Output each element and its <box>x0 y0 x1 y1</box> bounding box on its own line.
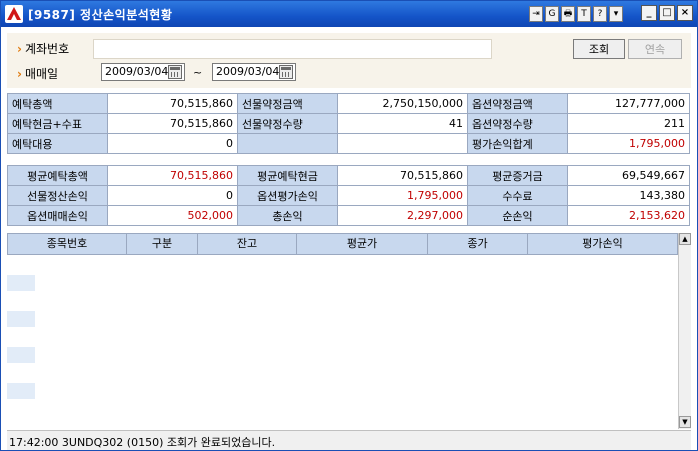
label-options-valuation-pnl: 옵션평가손익 <box>237 185 338 206</box>
list-item[interactable] <box>7 311 35 327</box>
label-options-contract-qty: 옵션약정수량 <box>467 113 568 134</box>
value-avg-margin: 69,549,667 <box>567 165 690 186</box>
value-empty <box>337 133 468 154</box>
table-row: 옵션매매손익 502,000 총손익 2,297,000 순손익 2,153,6… <box>7 205 690 226</box>
column-header-type[interactable]: 구분 <box>127 233 198 255</box>
table-row: 평균예탁총액 70,515,860 평균예탁현금 70,515,860 평균증거… <box>7 165 690 186</box>
calendar-icon[interactable] <box>168 65 182 79</box>
value-net-pnl: 2,153,620 <box>567 205 690 226</box>
pin-icon[interactable]: ⇥ <box>529 6 543 22</box>
label-empty <box>237 133 338 154</box>
link-icon[interactable]: G <box>545 6 559 22</box>
table-row: 예탁총액 70,515,860 선물약정금액 2,750,150,000 옵션약… <box>7 93 690 114</box>
value-futures-contract-amount: 2,750,150,000 <box>337 93 468 114</box>
font-icon[interactable]: T <box>577 6 591 22</box>
label-total-pnl: 총손익 <box>237 205 338 226</box>
value-futures-contract-qty: 41 <box>337 113 468 134</box>
value-avg-deposit-total: 70,515,860 <box>107 165 238 186</box>
value-deposit-total: 70,515,860 <box>107 93 238 114</box>
table-row: 예탁현금+수표 70,515,860 선물약정수량 41 옵션약정수량 211 <box>7 113 690 134</box>
value-valuation-pnl-total: 1,795,000 <box>567 133 690 154</box>
print-icon[interactable]: 🖶 <box>561 6 575 22</box>
label-options-trading-pnl: 옵션매매손익 <box>7 205 108 226</box>
column-header-balance[interactable]: 잔고 <box>198 233 297 255</box>
table-row: 예탁대용 0 평가손익합계 1,795,000 <box>7 133 690 154</box>
value-fee: 143,380 <box>567 185 690 206</box>
column-header-code[interactable]: 종목번호 <box>7 233 127 255</box>
title-bar[interactable]: [9587] 정산손익분석현황 ⇥ G 🖶 T ? ▾ _ □ × <box>1 1 697 27</box>
value-deposit-substitute: 0 <box>107 133 238 154</box>
account-input[interactable] <box>93 39 492 59</box>
table-row: 선물정산손익 0 옵션평가손익 1,795,000 수수료 143,380 <box>7 185 690 206</box>
minimize-button[interactable]: _ <box>641 5 657 21</box>
label-avg-margin: 평균증거금 <box>467 165 568 186</box>
chevron-down-icon[interactable]: ▾ <box>609 6 623 22</box>
close-button[interactable]: × <box>677 5 693 21</box>
deposit-summary-table: 예탁총액 70,515,860 선물약정금액 2,750,150,000 옵션약… <box>7 93 690 154</box>
value-options-trading-pnl: 502,000 <box>107 205 238 226</box>
label-deposit-substitute: 예탁대용 <box>7 133 108 154</box>
label-avg-deposit-total: 평균예탁총액 <box>7 165 108 186</box>
app-logo-icon <box>5 5 23 23</box>
value-futures-settlement-pnl: 0 <box>107 185 238 206</box>
positions-list: 종목번호 구분 잔고 평균가 종가 평가손익 ▲ ▼ <box>7 233 691 429</box>
label-valuation-pnl-total: 평가손익합계 <box>467 133 568 154</box>
list-scrollbar[interactable]: ▲ ▼ <box>678 233 691 429</box>
column-header-valuation-pnl[interactable]: 평가손익 <box>528 233 678 255</box>
main-window: [9587] 정산손익분석현황 ⇥ G 🖶 T ? ▾ _ □ × › 계좌번호 … <box>0 0 698 451</box>
column-header-close-price[interactable]: 종가 <box>428 233 528 255</box>
date-range-separator: ~ <box>193 66 203 79</box>
help-icon[interactable]: ? <box>593 6 607 22</box>
pnl-summary-table: 평균예탁총액 70,515,860 평균예탁현금 70,515,860 평균증거… <box>7 165 690 226</box>
label-futures-contract-amount: 선물약정금액 <box>237 93 338 114</box>
window-controls: _ □ × <box>641 5 693 21</box>
next-button[interactable]: 연속 <box>628 39 682 59</box>
label-futures-contract-qty: 선물약정수량 <box>237 113 338 134</box>
value-deposit-cash: 70,515,860 <box>107 113 238 134</box>
query-button[interactable]: 조회 <box>573 39 625 59</box>
label-net-pnl: 순손익 <box>467 205 568 226</box>
search-panel: › 계좌번호 › 매매일 2009/03/04 ~ 2009/03/04 조회 연속 <box>7 33 691 88</box>
account-label: › 계좌번호 <box>17 42 70 56</box>
column-header-avg-price[interactable]: 평균가 <box>297 233 428 255</box>
label-futures-settlement-pnl: 선물정산손익 <box>7 185 108 206</box>
label-options-contract-amount: 옵션약정금액 <box>467 93 568 114</box>
label-fee: 수수료 <box>467 185 568 206</box>
scroll-up-icon[interactable]: ▲ <box>679 233 691 245</box>
list-item[interactable] <box>7 383 35 399</box>
window-title: [9587] 정산손익분석현황 <box>28 8 173 22</box>
label-avg-deposit-cash: 평균예탁현금 <box>237 165 338 186</box>
arrow-right-icon: › <box>17 67 22 81</box>
calendar-icon[interactable] <box>279 65 293 79</box>
date-label: › 매매일 <box>17 67 59 81</box>
arrow-right-icon: › <box>17 42 22 56</box>
label-deposit-cash: 예탁현금+수표 <box>7 113 108 134</box>
list-header: 종목번호 구분 잔고 평균가 종가 평가손익 <box>7 233 678 255</box>
maximize-button[interactable]: □ <box>659 5 675 21</box>
title-toolbar: ⇥ G 🖶 T ? ▾ <box>529 6 623 22</box>
scroll-down-icon[interactable]: ▼ <box>679 416 691 428</box>
value-options-contract-qty: 211 <box>567 113 690 134</box>
value-avg-deposit-cash: 70,515,860 <box>337 165 468 186</box>
status-message: 17:42:00 3UNDQ302 (0150) 조회가 완료되었습니다. <box>9 436 276 449</box>
value-options-contract-amount: 127,777,000 <box>567 93 690 114</box>
list-item[interactable] <box>7 275 35 291</box>
value-options-valuation-pnl: 1,795,000 <box>337 185 468 206</box>
status-bar: 17:42:00 3UNDQ302 (0150) 조회가 완료되었습니다. <box>7 430 691 450</box>
label-deposit-total: 예탁총액 <box>7 93 108 114</box>
value-total-pnl: 2,297,000 <box>337 205 468 226</box>
list-item[interactable] <box>7 347 35 363</box>
